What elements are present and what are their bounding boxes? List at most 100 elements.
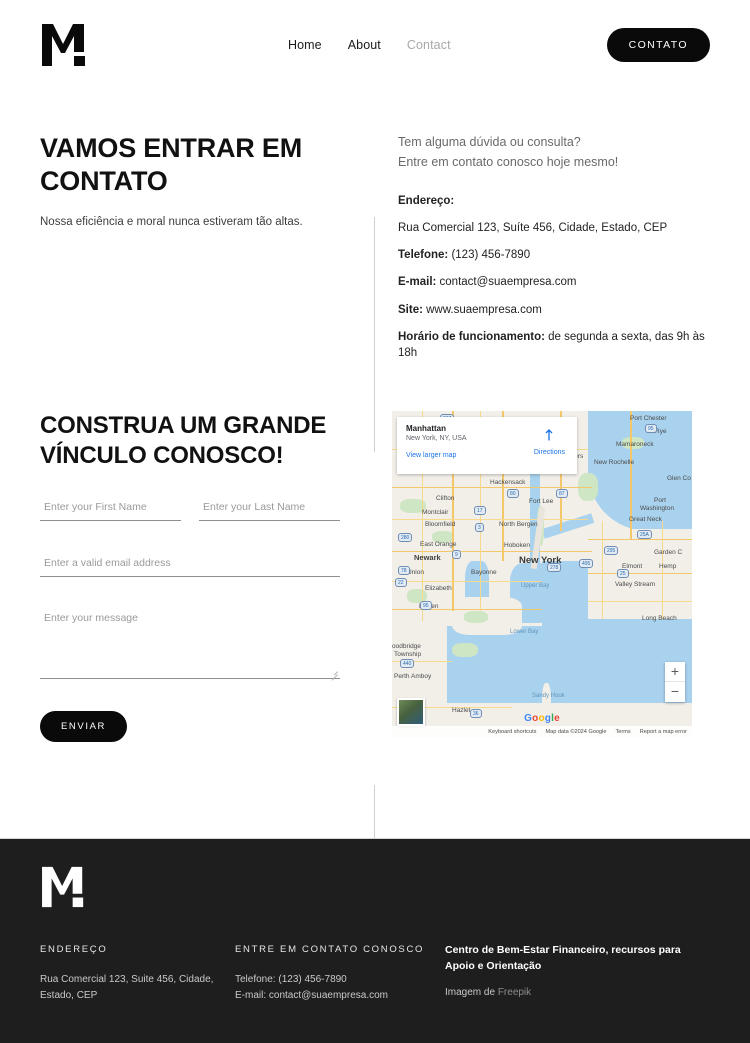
freepik-link[interactable]: Freepik — [498, 987, 531, 998]
contact-form: ENVIAR — [40, 496, 340, 742]
map-place-label: Township — [394, 650, 422, 658]
map-place-label: Clifton — [436, 494, 455, 502]
main-navigation: Home About Contact — [132, 38, 607, 52]
footer-contact-email: E-mail: contact@suaempresa.com — [235, 989, 388, 1001]
map-place-label: Long Beach — [642, 614, 677, 622]
map-zoom-controls: + − — [665, 661, 685, 702]
footer-credit-column: Centro de Bem-Estar Financeiro, recursos… — [445, 943, 710, 1004]
map-place-label: Washington — [640, 504, 675, 512]
map-route-shield: 278 — [547, 562, 562, 572]
map-route-shield: 17 — [474, 505, 486, 515]
detail-address-value: Rua Comercial 123, Suíte 456, Cidade, Es… — [398, 221, 668, 234]
map-road — [588, 572, 692, 575]
footer-credit-title: Centro de Bem-Estar Financeiro, recursos… — [445, 944, 681, 972]
map-route-shield: 95 — [645, 423, 657, 433]
email-input[interactable] — [40, 552, 340, 577]
page-title: VAMOS ENTRAR EM CONTATO — [40, 133, 303, 196]
map-route-shield: 25 — [617, 568, 629, 578]
map-place-label: Valley Stream — [615, 580, 655, 588]
page-subtitle: Nossa eficiência e moral nunca estiveram… — [40, 215, 303, 228]
map-place-label: Perth Amboy — [394, 672, 432, 680]
site-header: Home About Contact CONTATO — [0, 0, 750, 90]
footer-address-heading: ENDEREÇO — [40, 944, 108, 955]
report-map-error-link[interactable]: Report a map error — [640, 729, 687, 735]
map-route-shield: 295 — [604, 545, 619, 555]
map-place-label: Bayonne — [471, 568, 497, 576]
map-data-credit: Map data ©2024 Google — [545, 728, 607, 735]
map-place-label: New Rochelle — [594, 458, 635, 466]
detail-address-label: Endereço: — [398, 194, 455, 207]
map-route-shield: 440 — [400, 658, 415, 668]
map-place-label: Mamaroneck — [616, 440, 654, 448]
footer-contact-heading: ENTRE EM CONTATO CONOSCO — [235, 944, 425, 955]
map-place-label: Garden C — [654, 548, 683, 556]
name-row — [40, 496, 340, 521]
map-directions-label: Directions — [533, 448, 565, 456]
map-place-label: Glen Co — [667, 474, 691, 482]
brand-logo-icon[interactable] — [40, 22, 92, 68]
map-route-shield: 78 — [398, 565, 410, 575]
contact-intro-line-2: Entre em contato conosco hoje mesmo! — [398, 155, 619, 170]
contact-heading-column: VAMOS ENTRAR EM CONTATO Nossa eficiência… — [40, 132, 374, 373]
map-zoom-out-button[interactable]: − — [665, 682, 685, 702]
form-title: CONSTRUA UM GRANDE VÍNCULO CONOSCO! — [40, 411, 327, 469]
map-place-label: North Bergen — [499, 520, 538, 528]
footer-contact-phone: Telefone: (123) 456-7890 — [235, 973, 347, 985]
footer-columns: ENDEREÇO Rua Comercial 123, Suite 456, C… — [40, 943, 710, 1004]
footer-address-text: Rua Comercial 123, Suite 456, Cidade, Es… — [40, 973, 214, 1001]
directions-icon — [546, 429, 553, 441]
footer-image-credit: Imagem de Freepik — [445, 987, 710, 998]
map-road — [588, 538, 692, 541]
footer-address-column: ENDEREÇO Rua Comercial 123, Suite 456, C… — [40, 943, 235, 1004]
map-place-label: East Orange — [420, 540, 457, 548]
detail-hours: Horário de funcionamento: de segunda a s… — [398, 331, 705, 360]
footer-contact-column: ENTRE EM CONTATO CONOSCO Telefone: (123)… — [235, 943, 445, 1004]
google-map-embed[interactable]: Port ChesterRyeMamaroneckYonkersNew Roch… — [392, 410, 692, 738]
nav-link-about[interactable]: About — [348, 38, 381, 52]
contact-form-column: CONSTRUA UM GRANDE VÍNCULO CONOSCO! ENVI… — [40, 411, 374, 742]
message-wrapper — [40, 577, 340, 684]
footer-logo-icon[interactable] — [40, 865, 90, 909]
map-place-label: Fort Lee — [529, 497, 554, 505]
map-route-shield: 25A — [637, 529, 652, 539]
map-place-label: Hazlet — [452, 706, 471, 714]
map-route-shield: 36 — [470, 708, 482, 718]
map-directions-button[interactable]: Directions — [534, 426, 565, 456]
keyboard-shortcuts-link[interactable]: Keyboard shortcuts — [488, 729, 536, 735]
submit-button[interactable]: ENVIAR — [40, 710, 127, 742]
map-place-label: Newark — [414, 552, 441, 562]
map-place-label: Rye — [655, 427, 667, 435]
map-route-shield: 9 — [452, 549, 461, 559]
map-streetview-thumbnail[interactable] — [397, 697, 425, 726]
detail-phone: Telefone: (123) 456-7890 — [398, 249, 531, 262]
map-place-label: Bloomfield — [425, 520, 456, 528]
detail-email: E-mail: contact@suaempresa.com — [398, 276, 577, 289]
map-place-label: Hemp — [659, 562, 677, 570]
map-route-shield: 495 — [579, 558, 594, 568]
header-contact-button[interactable]: CONTATO — [606, 28, 710, 62]
map-place-label: Elizabeth — [425, 584, 452, 592]
message-textarea[interactable] — [40, 606, 340, 679]
map-road — [392, 580, 542, 582]
map-place-label: Great Neck — [629, 515, 662, 523]
terms-link[interactable]: Terms — [616, 729, 631, 735]
map-road — [602, 520, 604, 619]
map-place-label: oodbridge — [392, 642, 421, 650]
last-name-input[interactable] — [199, 496, 340, 521]
google-logo: Google — [524, 712, 560, 724]
map-place-label: Lower Bay — [510, 628, 539, 635]
page-root: Home About Contact CONTATO VAMOS ENTRAR … — [0, 0, 750, 1043]
contact-intro: Tem alguma dúvida ou consulta? Entre em … — [398, 132, 710, 173]
map-zoom-in-button[interactable]: + — [665, 662, 685, 682]
contact-details-column: Tem alguma dúvida ou consulta? Entre em … — [374, 132, 710, 373]
form-map-section: CONSTRUA UM GRANDE VÍNCULO CONOSCO! ENVI… — [0, 373, 750, 1043]
map-place-label: Upper Bay — [521, 582, 550, 589]
first-name-input[interactable] — [40, 496, 181, 521]
site-footer: ENDEREÇO Rua Comercial 123, Suite 456, C… — [0, 838, 750, 1043]
footer-credit-prefix: Imagem de — [445, 986, 498, 998]
map-park — [452, 642, 478, 657]
nav-link-contact[interactable]: Contact — [407, 38, 451, 52]
nav-link-home[interactable]: Home — [288, 38, 322, 52]
map-route-shield: 3 — [475, 522, 484, 532]
map-place-label: Hoboken — [504, 541, 531, 549]
